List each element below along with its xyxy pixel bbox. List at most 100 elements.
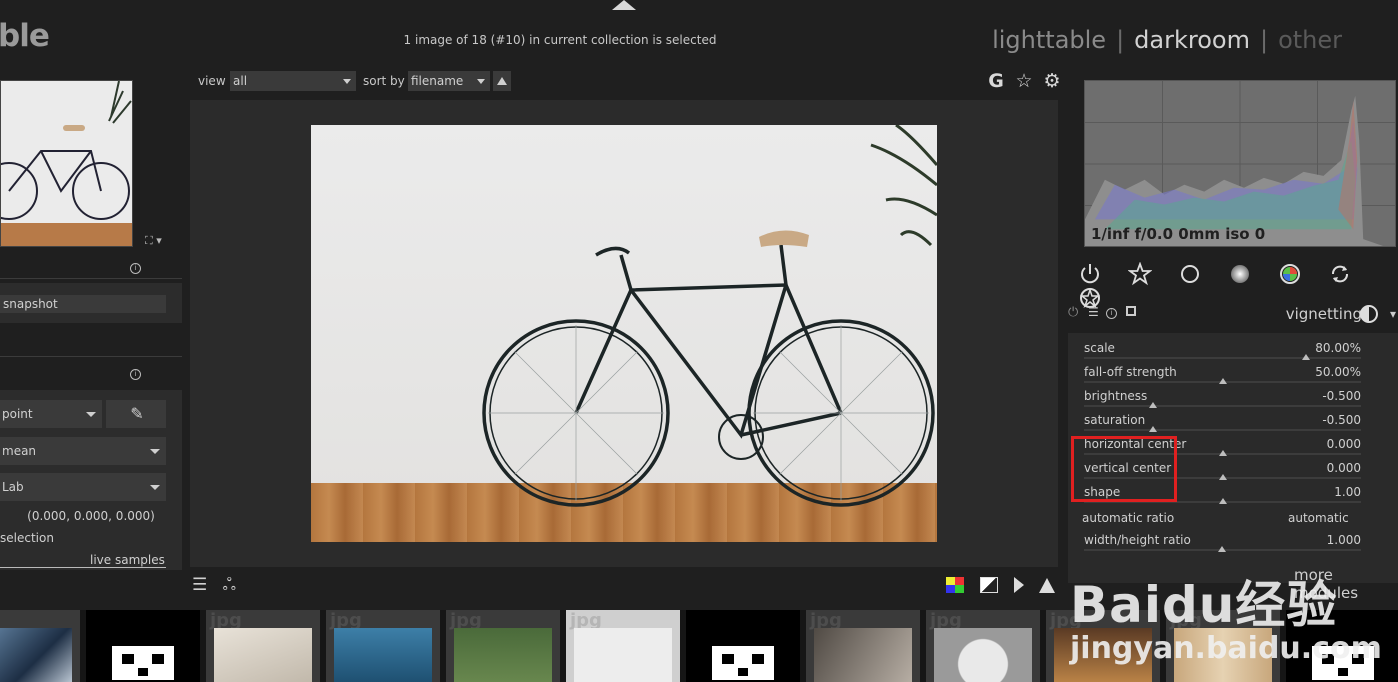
live-samples-label[interactable]: live samples bbox=[90, 553, 165, 567]
slider-knob[interactable] bbox=[1219, 474, 1227, 480]
picker-colorspace-value: Lab bbox=[2, 480, 24, 494]
picker-mode-value: point bbox=[2, 407, 33, 421]
color-assessment-icon[interactable] bbox=[946, 577, 964, 593]
slider-knob[interactable] bbox=[1302, 354, 1310, 360]
param-label: width/height ratio bbox=[1084, 533, 1191, 547]
vignette-mask-icon[interactable] bbox=[1360, 305, 1378, 323]
param-fall-off-strength[interactable]: fall-off strength 50.00% bbox=[1084, 363, 1361, 385]
color-group-icon[interactable] bbox=[1278, 262, 1302, 286]
module-expand-icon[interactable]: ▾ bbox=[1390, 307, 1396, 321]
sort-label: sort by bbox=[363, 74, 405, 88]
toggle-top-panel-arrow[interactable] bbox=[612, 0, 636, 10]
styles-icon[interactable]: ஃ bbox=[223, 575, 236, 595]
slider-track bbox=[1084, 405, 1361, 407]
view-other[interactable]: other bbox=[1278, 26, 1342, 54]
selection-status: 1 image of 18 (#10) in current collectio… bbox=[403, 33, 717, 47]
take-snapshot-button[interactable]: snapshot bbox=[0, 295, 166, 313]
filmstrip-thumbnail[interactable]: jpg bbox=[206, 610, 320, 682]
slider-knob[interactable] bbox=[1219, 498, 1227, 504]
menu-icon[interactable]: ☰ bbox=[192, 575, 207, 595]
main-image[interactable] bbox=[311, 125, 937, 542]
warning-icon[interactable] bbox=[1039, 577, 1056, 593]
module-multi-instance-icon[interactable] bbox=[1126, 306, 1136, 316]
bicycle-thumbnail-image bbox=[1, 81, 132, 246]
param-label: brightness bbox=[1084, 389, 1148, 403]
module-info-icon[interactable]: i bbox=[1106, 308, 1117, 319]
filmstrip-thumbnail-selected[interactable]: jpg bbox=[566, 610, 680, 682]
top-icons: G ☆ ⚙ bbox=[982, 70, 1066, 92]
picker-stat-dropdown[interactable]: mean bbox=[0, 437, 166, 465]
slider-knob[interactable] bbox=[1219, 378, 1227, 384]
thumbnail-expand-icon[interactable]: ⛶ ▾ bbox=[145, 234, 162, 248]
thumbnail-image bbox=[0, 628, 72, 682]
histogram-graph bbox=[1085, 81, 1395, 246]
softproof-icon[interactable] bbox=[979, 577, 998, 593]
filmstrip-thumbnail[interactable]: jpg bbox=[926, 610, 1040, 682]
param-label: saturation bbox=[1084, 413, 1146, 427]
view-filter-dropdown[interactable]: all bbox=[230, 71, 356, 91]
view-switcher: lighttable | darkroom | other bbox=[992, 26, 1342, 54]
view-darkroom[interactable]: darkroom bbox=[1134, 26, 1250, 54]
view-separator: | bbox=[1116, 26, 1125, 54]
filmstrip-thumbnail[interactable] bbox=[0, 610, 80, 682]
bottom-right-icons bbox=[946, 577, 1067, 593]
picker-colorspace-dropdown[interactable]: Lab bbox=[0, 473, 166, 501]
eyedropper-icon[interactable]: ✎ bbox=[106, 400, 166, 428]
thumbnail-image bbox=[574, 628, 672, 682]
picker-values: (0.000, 0.000, 0.000) bbox=[27, 509, 155, 523]
thumbnail-image bbox=[454, 628, 552, 682]
thumbnail-image bbox=[814, 628, 912, 682]
module-power-icon[interactable]: ⏻ bbox=[1068, 305, 1078, 320]
divider bbox=[0, 567, 166, 568]
param-scale[interactable]: scale 80.00% bbox=[1084, 339, 1361, 361]
divider bbox=[0, 356, 182, 357]
filmstrip-thumbnail[interactable]: jpg bbox=[326, 610, 440, 682]
module-presets-icon[interactable]: ☰ bbox=[1088, 305, 1099, 319]
module-header: ⏻ ☰ i vignetting ▾ bbox=[1068, 303, 1398, 325]
thumbnail-image bbox=[334, 628, 432, 682]
slider-knob[interactable] bbox=[1149, 426, 1157, 432]
watermark-brand: Baidu经验 bbox=[1070, 576, 1338, 634]
gamut-check-icon[interactable] bbox=[1013, 577, 1024, 593]
sort-dropdown[interactable]: filename bbox=[408, 71, 490, 91]
info-icon[interactable]: i bbox=[130, 263, 141, 274]
thumbnail-image bbox=[214, 628, 312, 682]
favorites-icon[interactable] bbox=[1127, 261, 1153, 286]
slider-knob[interactable] bbox=[1218, 546, 1226, 552]
watermark-url: jingyan.baidu.com bbox=[1070, 631, 1382, 666]
slider-knob[interactable] bbox=[1149, 402, 1157, 408]
histogram[interactable] bbox=[1084, 80, 1396, 247]
skull-placeholder-icon bbox=[712, 646, 774, 680]
gear-icon[interactable]: ⚙ bbox=[1038, 70, 1066, 92]
view-lighttable[interactable]: lighttable bbox=[992, 26, 1106, 54]
divider bbox=[0, 278, 182, 279]
filmstrip-thumbnail[interactable]: jpg bbox=[806, 610, 920, 682]
grouping-icon[interactable]: G bbox=[982, 70, 1010, 92]
exif-info: 1/inf f/0.0 0mm iso 0 bbox=[1091, 225, 1266, 243]
skull-placeholder-icon bbox=[112, 646, 174, 680]
filmstrip-thumbnail[interactable] bbox=[86, 610, 200, 682]
sort-direction-button[interactable] bbox=[493, 71, 511, 91]
basic-group-icon[interactable] bbox=[1178, 262, 1202, 286]
picker-mode-dropdown[interactable]: point bbox=[0, 400, 102, 428]
thumbnail-image bbox=[934, 628, 1032, 682]
power-icon[interactable] bbox=[1078, 262, 1102, 286]
param-saturation[interactable]: saturation -0.500 bbox=[1084, 411, 1361, 433]
automatic-ratio-value[interactable]: automatic bbox=[1288, 511, 1349, 525]
tone-group-icon[interactable] bbox=[1228, 262, 1252, 286]
app-title: ble bbox=[0, 18, 50, 54]
navigation-thumbnail[interactable] bbox=[0, 80, 133, 247]
info-icon[interactable]: i bbox=[130, 369, 141, 380]
param-brightness[interactable]: brightness -0.500 bbox=[1084, 387, 1361, 409]
slider-knob[interactable] bbox=[1219, 450, 1227, 456]
filmstrip-thumbnail[interactable]: jpg bbox=[446, 610, 560, 682]
correct-group-icon[interactable] bbox=[1328, 262, 1352, 286]
param-value: 1.00 bbox=[1334, 485, 1361, 499]
param-value: 1.000 bbox=[1326, 533, 1361, 547]
annotation-highlight bbox=[1071, 436, 1177, 502]
star-icon[interactable]: ☆ bbox=[1010, 70, 1038, 92]
param-value: 0.000 bbox=[1326, 461, 1361, 475]
param-width-height-ratio[interactable]: width/height ratio 1.000 bbox=[1084, 531, 1361, 553]
selection-label: selection bbox=[0, 531, 54, 545]
filmstrip-thumbnail[interactable] bbox=[686, 610, 800, 682]
